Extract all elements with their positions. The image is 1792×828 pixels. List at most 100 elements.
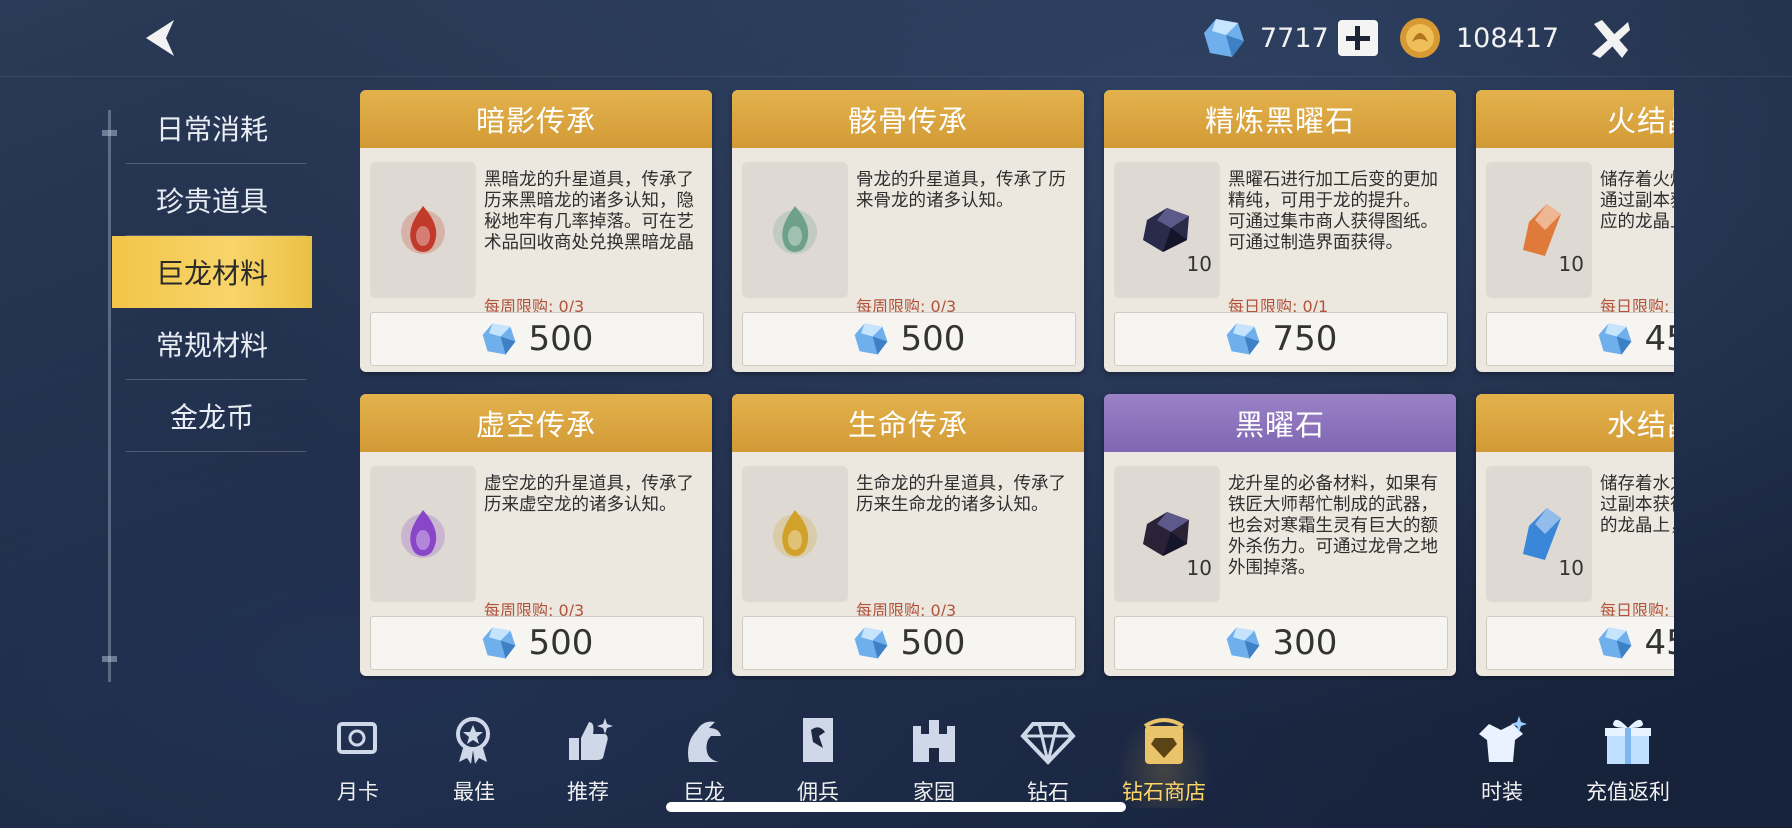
mercenary-banner-icon bbox=[803, 718, 833, 762]
diamond-currency-icon bbox=[1226, 627, 1259, 659]
item-title: 生命传承 bbox=[732, 394, 1084, 452]
diamond-currency-icon bbox=[1204, 19, 1244, 57]
month-card-icon bbox=[337, 722, 377, 754]
nav-tab-label: 时装 bbox=[1481, 780, 1523, 804]
nav-tab-castle[interactable]: 家园 bbox=[886, 712, 982, 808]
dragon-icon bbox=[688, 721, 721, 762]
item-description: 储存着水之力，很珍贵，通过副本获得，能放置在对应的龙晶上，物品不可 bbox=[1600, 474, 1674, 536]
item-quantity: 10 bbox=[1558, 252, 1584, 276]
item-title: 虚空传承 bbox=[360, 394, 712, 452]
item-description: 骨龙的升星道具，传承了历来骨龙的诸多认知。 bbox=[856, 170, 1066, 211]
gold-coin-icon bbox=[1400, 18, 1440, 58]
shop-item-card[interactable]: 骸骨传承 骨龙的升星道具，传承了历来骨龙的诸多认知。 每周限购: 0/3 500 bbox=[732, 90, 1084, 372]
item-icon-slot bbox=[742, 466, 848, 602]
sidebar-item-label: 珍贵道具 bbox=[155, 185, 268, 218]
item-description: 储存着火焰之力，很珍贵，通过副本获得，能放置在对应的龙晶上，物品不可 bbox=[1600, 170, 1674, 232]
sidebar-item-precious-items[interactable]: 珍贵道具 bbox=[112, 164, 312, 236]
item-quantity: 10 bbox=[1186, 556, 1212, 580]
item-description: 龙升星的必备材料，如果有铁匠大师帮忙制成的武器，也会对寒霜生灵有巨大的额外杀伤力… bbox=[1228, 474, 1438, 578]
sidebar-item-dragon-materials[interactable]: 巨龙材料 bbox=[112, 236, 312, 308]
gift-icon bbox=[1605, 719, 1651, 764]
gold-balance: 108417 bbox=[1398, 14, 1559, 62]
item-price: 500 bbox=[528, 319, 594, 359]
back-button[interactable] bbox=[138, 14, 188, 62]
diamond-currency-icon bbox=[482, 323, 515, 355]
nav-tab-label: 充值返利 bbox=[1586, 780, 1670, 804]
nav-tab-fashion[interactable]: 时装 bbox=[1448, 712, 1556, 808]
close-button[interactable] bbox=[1588, 16, 1634, 62]
buy-button[interactable]: 500 bbox=[742, 616, 1076, 670]
buy-button[interactable]: 500 bbox=[742, 312, 1076, 366]
top-bar: 7717 108417 bbox=[0, 0, 1792, 77]
nav-tab-best-badge[interactable]: 最佳 bbox=[426, 712, 522, 808]
item-description: 黑暗龙的升星道具，传承了历来黑暗龙的诸多认知，隐秘地牢有几率掉落。可在艺术品回收… bbox=[484, 170, 694, 253]
shop-item-card[interactable]: 水结晶10储存着水之力，很珍贵，通过副本获得，能放置在对应的龙晶上，物品不可每日… bbox=[1476, 394, 1674, 676]
shop-item-card[interactable]: 精炼黑曜石 10 黑曜石进行加工后变的更加精纯，可用于龙的提升。 可通过集市商人获得… bbox=[1104, 90, 1456, 372]
fashion-icon bbox=[1479, 716, 1527, 762]
castle-icon bbox=[913, 720, 955, 762]
shop-item-card[interactable]: 火结晶10储存着火焰之力，很珍贵，通过副本获得，能放置在对应的龙晶上，物品不可每… bbox=[1476, 90, 1674, 372]
buy-button[interactable]: 500 bbox=[370, 312, 704, 366]
item-price: 450 bbox=[1644, 319, 1674, 359]
home-indicator[interactable] bbox=[666, 802, 1126, 812]
nav-tab-diamond[interactable]: 钻石 bbox=[1000, 712, 1096, 808]
diamond-currency-icon bbox=[1226, 323, 1259, 355]
nav-tab-gift[interactable]: 充值返利 bbox=[1574, 712, 1682, 808]
buy-button[interactable]: 450 bbox=[1486, 312, 1674, 366]
item-title: 骸骨传承 bbox=[732, 90, 1084, 148]
best-badge-icon bbox=[456, 717, 490, 764]
sidebar-item-label: 巨龙材料 bbox=[155, 257, 268, 290]
diamond-currency-icon bbox=[854, 627, 887, 659]
item-description: 黑曜石进行加工后变的更加精纯，可用于龙的提升。 可通过集市商人获得图纸。 可通过… bbox=[1228, 170, 1438, 253]
shop-item-card[interactable]: 黑曜石 10 龙升星的必备材料，如果有铁匠大师帮忙制成的武器，也会对寒霜生灵有巨大的… bbox=[1104, 394, 1456, 676]
buy-button[interactable]: 300 bbox=[1114, 616, 1448, 670]
sidebar-item-label: 日常消耗 bbox=[155, 113, 268, 146]
item-title: 黑曜石 bbox=[1104, 394, 1456, 452]
item-title: 精炼黑曜石 bbox=[1104, 90, 1456, 148]
close-icon bbox=[1592, 20, 1630, 58]
shop-item-card[interactable]: 虚空传承 虚空龙的升星道具，传承了历来虚空龙的诸多认知。 每周限购: 0/3 500 bbox=[360, 394, 712, 676]
add-diamonds-button[interactable] bbox=[1338, 20, 1378, 56]
diamond-balance: 7717 bbox=[1202, 14, 1329, 62]
buy-button[interactable]: 500 bbox=[370, 616, 704, 670]
sidebar-item-label: 常规材料 bbox=[155, 329, 268, 362]
nav-tab-label: 月卡 bbox=[337, 780, 379, 804]
diamond-shop-icon bbox=[1143, 718, 1185, 764]
buy-button[interactable]: 750 bbox=[1114, 312, 1448, 366]
diamond-currency-icon bbox=[1598, 323, 1631, 355]
nav-tab-thumbs-up[interactable]: 推荐 bbox=[540, 712, 636, 808]
nav-tab-label: 最佳 bbox=[453, 780, 495, 804]
item-description: 生命龙的升星道具，传承了历来生命龙的诸多认知。 bbox=[856, 474, 1066, 515]
sidebar-item-daily-consumables[interactable]: 日常消耗 bbox=[112, 92, 312, 164]
item-price: 450 bbox=[1644, 623, 1674, 663]
buy-button[interactable]: 450 bbox=[1486, 616, 1674, 670]
category-sidebar: 日常消耗 珍贵道具 巨龙材料 常规材料 金龙币 bbox=[112, 92, 312, 452]
nav-tab-mercenary-banner[interactable]: 佣兵 bbox=[770, 712, 866, 808]
item-icon-slot bbox=[370, 466, 476, 602]
item-icon-slot: 10 bbox=[1486, 162, 1592, 298]
nav-tab-label: 推荐 bbox=[567, 780, 609, 804]
item-quantity: 10 bbox=[1558, 556, 1584, 580]
sidebar-rail-cap-bottom bbox=[102, 656, 117, 662]
item-price: 750 bbox=[1272, 319, 1338, 359]
shop-item-card[interactable]: 暗影传承 黑暗龙的升星道具，传承了历来黑暗龙的诸多认知，隐秘地牢有几率掉落。可在艺… bbox=[360, 90, 712, 372]
nav-tab-diamond-shop[interactable]: 钻石商店 bbox=[1116, 712, 1212, 808]
back-arrow-icon bbox=[146, 20, 174, 56]
diamond-count: 7717 bbox=[1260, 22, 1329, 54]
sidebar-rail bbox=[108, 110, 111, 682]
sidebar-item-label: 金龙币 bbox=[169, 401, 254, 434]
shop-item-card[interactable]: 生命传承 生命龙的升星道具，传承了历来生命龙的诸多认知。 每周限购: 0/3 500 bbox=[732, 394, 1084, 676]
item-price: 500 bbox=[528, 623, 594, 663]
diamond-currency-icon bbox=[854, 323, 887, 355]
diamond-currency-icon bbox=[1598, 627, 1631, 659]
item-quantity: 10 bbox=[1186, 252, 1212, 276]
nav-tab-month-card[interactable]: 月卡 bbox=[310, 712, 406, 808]
gold-count: 108417 bbox=[1456, 22, 1560, 54]
nav-tab-dragon[interactable]: 巨龙 bbox=[656, 712, 752, 808]
diamond-currency-icon bbox=[482, 627, 515, 659]
thumbs-up-icon bbox=[569, 718, 613, 760]
item-title: 火结晶 bbox=[1476, 90, 1674, 148]
sidebar-item-general-materials[interactable]: 常规材料 bbox=[112, 308, 312, 380]
nav-tab-label: 钻石商店 bbox=[1122, 780, 1206, 804]
sidebar-item-gold-dragon-coin[interactable]: 金龙币 bbox=[112, 380, 312, 452]
